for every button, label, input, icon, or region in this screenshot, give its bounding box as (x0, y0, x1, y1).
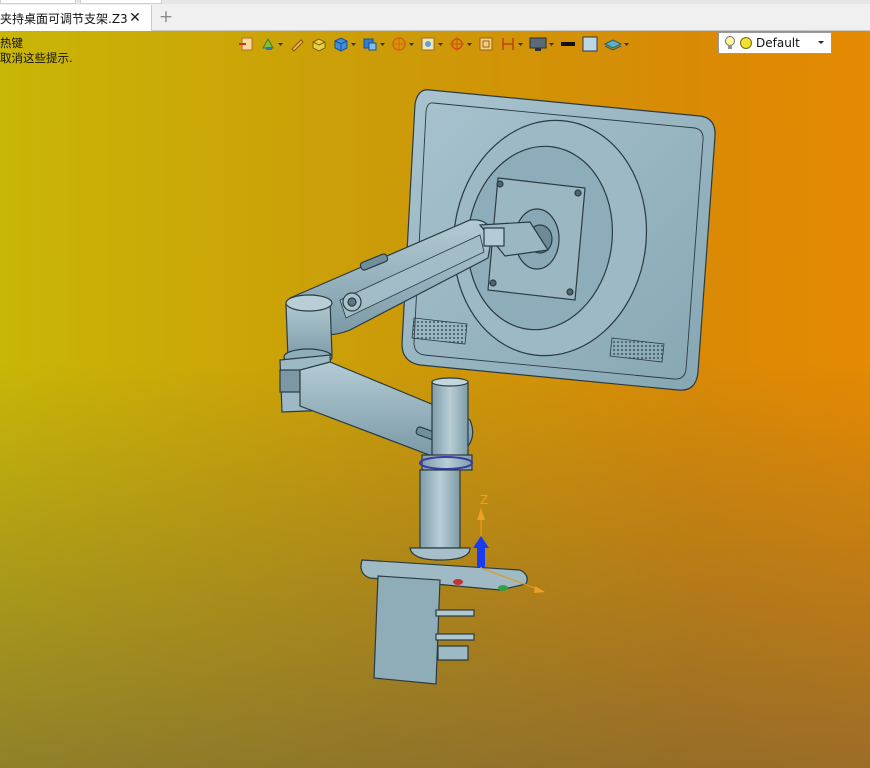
display-button[interactable] (529, 34, 554, 54)
frame-button[interactable] (478, 34, 494, 54)
exit-sketch-button[interactable] (238, 34, 254, 54)
chevron-down-icon (438, 43, 443, 46)
pencil-icon (291, 39, 304, 52)
color-box-button[interactable] (311, 34, 327, 54)
shaded-cube-button[interactable] (333, 34, 356, 54)
fill-color-icon (582, 36, 598, 52)
view-cube-icon (363, 38, 377, 51)
fill-color-button[interactable] (582, 34, 598, 54)
dimension-icon (502, 38, 514, 50)
chevron-down-icon (624, 43, 629, 46)
model-scene[interactable]: Z (0, 31, 870, 768)
filter-button[interactable] (420, 34, 443, 54)
frame-icon (479, 37, 493, 51)
layer-button[interactable] (604, 34, 629, 54)
document-tab-bar: 夹持桌面可调节支架.Z3 ✕ + (0, 4, 870, 31)
new-tab-button[interactable]: + (158, 9, 174, 26)
chevron-down-icon (278, 43, 283, 46)
3d-viewport[interactable]: 热键 取消这些提示. Z Default (0, 31, 870, 768)
shaded-cube-icon (334, 37, 348, 52)
chevron-down-icon (351, 43, 356, 46)
snap-button[interactable] (449, 34, 472, 54)
display-icon (529, 37, 547, 51)
dimension-button[interactable] (500, 34, 523, 54)
clamp-base (360, 559, 528, 685)
render-mode-button[interactable] (391, 34, 414, 54)
snap-icon (450, 37, 464, 51)
exit-sketch-icon (239, 37, 253, 51)
pencil-button[interactable] (289, 34, 305, 54)
chevron-down-icon (409, 43, 414, 46)
yellow-dot-icon (740, 37, 752, 49)
paint-icon (262, 37, 274, 50)
chevron-down-icon (518, 43, 523, 46)
document-tab[interactable]: 夹持桌面可调节支架.Z3 ✕ (0, 5, 152, 31)
chevron-down-icon[interactable] (814, 36, 828, 50)
filter-icon (421, 37, 435, 51)
paint-button[interactable] (260, 34, 283, 54)
color-box-icon (312, 38, 326, 52)
render-mode-icon (392, 37, 406, 51)
tab-title: 夹持桌面可调节支架.Z3 (0, 11, 127, 26)
view-toolbar (238, 33, 635, 55)
style-selector[interactable]: Default (718, 32, 832, 54)
style-selector-value: Default (756, 36, 800, 50)
chevron-down-icon (467, 43, 472, 46)
view-cube-button[interactable] (362, 34, 385, 54)
line-color-button[interactable] (560, 34, 576, 54)
chevron-down-icon (549, 43, 554, 46)
close-tab-icon[interactable]: ✕ (127, 10, 143, 26)
lightbulb-icon (725, 36, 735, 49)
layer-icon (604, 39, 622, 51)
triad-z-label: Z (480, 493, 488, 507)
chevron-down-icon (380, 43, 385, 46)
line-color-icon (561, 42, 575, 46)
